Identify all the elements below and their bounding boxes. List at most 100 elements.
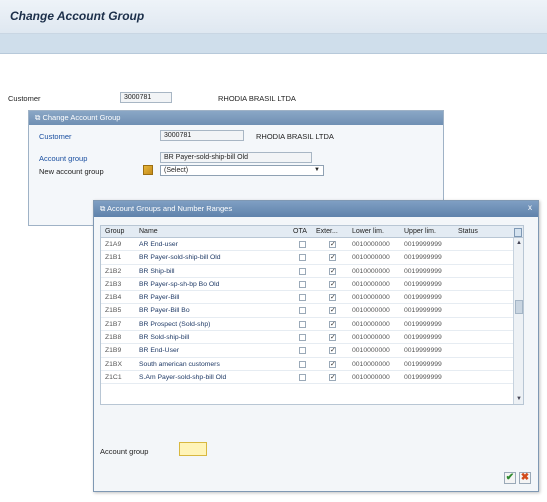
scroll-thumb[interactable] <box>515 300 523 314</box>
application-toolbar <box>0 34 547 54</box>
column-header-group[interactable]: Group <box>105 228 124 235</box>
account-group-field: BR Payer-sold-ship-bill Old <box>160 152 312 163</box>
table-row[interactable]: Z1C1 S.Am Payer-sold-shp-bill Old 00100000… <box>101 371 523 385</box>
table-settings-icon[interactable] <box>514 228 522 237</box>
cell-group: Z1B5 <box>105 307 122 315</box>
external-checkbox[interactable] <box>329 347 336 355</box>
external-checkbox[interactable] <box>329 267 336 275</box>
ota-checkbox[interactable] <box>299 267 306 275</box>
table-row[interactable]: Z1B2 BR Ship-bill 0010000000 0019999999 <box>101 265 523 278</box>
external-checkbox[interactable] <box>329 280 336 288</box>
cell-lower-limit: 0010000000 <box>352 347 390 355</box>
scroll-up-icon[interactable]: ▲ <box>515 240 523 246</box>
ota-checkbox[interactable] <box>299 360 306 368</box>
table-row[interactable]: Z1A9 AR End-user 0010000000 0019999999 <box>101 238 523 252</box>
table-row[interactable]: Z1BX South american customers 0010000000 00… <box>101 358 523 371</box>
external-checkbox[interactable] <box>329 254 336 262</box>
external-checkbox[interactable] <box>329 360 336 368</box>
column-header-lower-limit[interactable]: Lower lim. <box>352 228 384 235</box>
ota-checkbox[interactable] <box>299 294 306 302</box>
vertical-scrollbar[interactable]: ▲ ▼ <box>513 238 523 404</box>
ota-checkbox[interactable] <box>299 307 306 315</box>
cell-upper-limit: 0019999999 <box>404 347 442 355</box>
cell-lower-limit: 0010000000 <box>352 294 390 302</box>
table-row[interactable]: Z1B3 BR Payer-sp-sh-bp Bo Old 0010000000 00… <box>101 278 523 292</box>
cell-name: BR Ship-bill <box>139 267 175 275</box>
cell-lower-limit: 0010000000 <box>352 373 390 381</box>
table-row[interactable]: Z1B7 BR Prospect (Sold-shp) 0010000000 0019… <box>101 318 523 332</box>
ota-checkbox[interactable] <box>299 254 306 262</box>
external-checkbox[interactable] <box>329 334 336 342</box>
cell-name: BR End-User <box>139 347 180 355</box>
customer-name: RHODIA BRASIL LTDA <box>218 94 296 103</box>
cell-upper-limit: 0019999999 <box>404 320 442 328</box>
cell-upper-limit: 0019999999 <box>404 267 442 275</box>
cell-group: Z1B2 <box>105 267 122 275</box>
cell-name: BR Payer-sold-ship-bill Old <box>139 254 221 262</box>
scroll-down-icon[interactable]: ▼ <box>515 396 523 402</box>
table-row[interactable]: Z1B1 BR Payer-sold-ship-bill Old 001000000… <box>101 251 523 265</box>
close-icon[interactable]: x <box>528 203 532 212</box>
table-row[interactable]: Z1B9 BR End-User 0010000000 0019999999 <box>101 344 523 358</box>
cell-lower-limit: 0010000000 <box>352 241 390 248</box>
cell-name: AR End-user <box>139 241 178 248</box>
window-icon: ⧉ <box>100 204 108 213</box>
column-header-status[interactable]: Status <box>458 228 478 235</box>
column-header-ota[interactable]: OTA <box>293 228 307 235</box>
cell-lower-limit: 0010000000 <box>352 307 390 315</box>
ota-checkbox[interactable] <box>299 241 306 248</box>
cell-lower-limit: 0010000000 <box>352 320 390 328</box>
cell-group: Z1B7 <box>105 320 122 328</box>
cell-lower-limit: 0010000000 <box>352 334 390 342</box>
value-help-icon[interactable] <box>143 165 153 175</box>
dialog-header: ⧉ Change Account Group <box>29 111 443 125</box>
column-header-external[interactable]: Exter... <box>316 228 338 235</box>
external-checkbox[interactable] <box>329 294 336 302</box>
ok-button[interactable]: ✔ <box>504 472 516 484</box>
ota-checkbox[interactable] <box>299 280 306 288</box>
external-checkbox[interactable] <box>329 307 336 315</box>
new-account-group-select[interactable]: (Select) ▼ <box>160 165 324 176</box>
cell-name: BR Payer-Bill <box>139 294 180 302</box>
customer-field: 3000781 <box>120 92 172 103</box>
ota-checkbox[interactable] <box>299 347 306 355</box>
cell-name: BR Payer-sp-sh-bp Bo Old <box>139 280 220 288</box>
ota-checkbox[interactable] <box>299 373 306 381</box>
external-checkbox[interactable] <box>329 241 336 248</box>
cell-lower-limit: 0010000000 <box>352 360 390 368</box>
cell-name: South american customers <box>139 360 220 368</box>
table-row[interactable]: Z1B5 BR Payer-Bill Bo 0010000000 0019999999 <box>101 304 523 318</box>
cell-name: BR Payer-Bill Bo <box>139 307 190 315</box>
account-groups-dialog: ⧉ Account Groups and Number Ranges x Gro… <box>93 200 539 492</box>
cancel-button[interactable]: ✖ <box>519 472 531 484</box>
cell-upper-limit: 0019999999 <box>404 373 442 381</box>
cell-group: Z1B4 <box>105 294 122 302</box>
close-icon: ✖ <box>520 472 530 483</box>
column-header-name[interactable]: Name <box>139 228 158 235</box>
customer-field: 3000781 <box>160 130 244 141</box>
cell-group: Z1B1 <box>105 254 122 262</box>
table-row[interactable]: Z1B8 BR Sold-ship-bill 0010000000 001999999… <box>101 331 523 345</box>
cell-group: Z1B3 <box>105 280 122 288</box>
account-group-input[interactable] <box>179 442 207 456</box>
cell-upper-limit: 0019999999 <box>404 334 442 342</box>
select-value: (Select) <box>164 167 189 174</box>
cell-lower-limit: 0010000000 <box>352 267 390 275</box>
external-checkbox[interactable] <box>329 373 336 381</box>
cell-upper-limit: 0019999999 <box>404 254 442 262</box>
check-icon: ✔ <box>505 472 515 483</box>
customer-label: Customer <box>8 94 41 103</box>
cell-upper-limit: 0019999999 <box>404 294 442 302</box>
ota-checkbox[interactable] <box>299 334 306 342</box>
ota-checkbox[interactable] <box>299 320 306 328</box>
cell-lower-limit: 0010000000 <box>352 280 390 288</box>
cell-name: S.Am Payer-sold-shp-bill Old <box>139 373 227 381</box>
column-header-upper-limit[interactable]: Upper lim. <box>404 228 436 235</box>
cell-name: BR Prospect (Sold-shp) <box>139 320 211 328</box>
page-title: Change Account Group <box>10 9 145 23</box>
table-row[interactable]: Z1B4 BR Payer-Bill 0010000000 0019999999 <box>101 291 523 305</box>
title-bar: Change Account Group <box>0 0 547 34</box>
account-groups-table: Group Name OTA Exter... Lower lim. Upper… <box>100 225 524 405</box>
cell-group: Z1A9 <box>105 241 122 248</box>
external-checkbox[interactable] <box>329 320 336 328</box>
